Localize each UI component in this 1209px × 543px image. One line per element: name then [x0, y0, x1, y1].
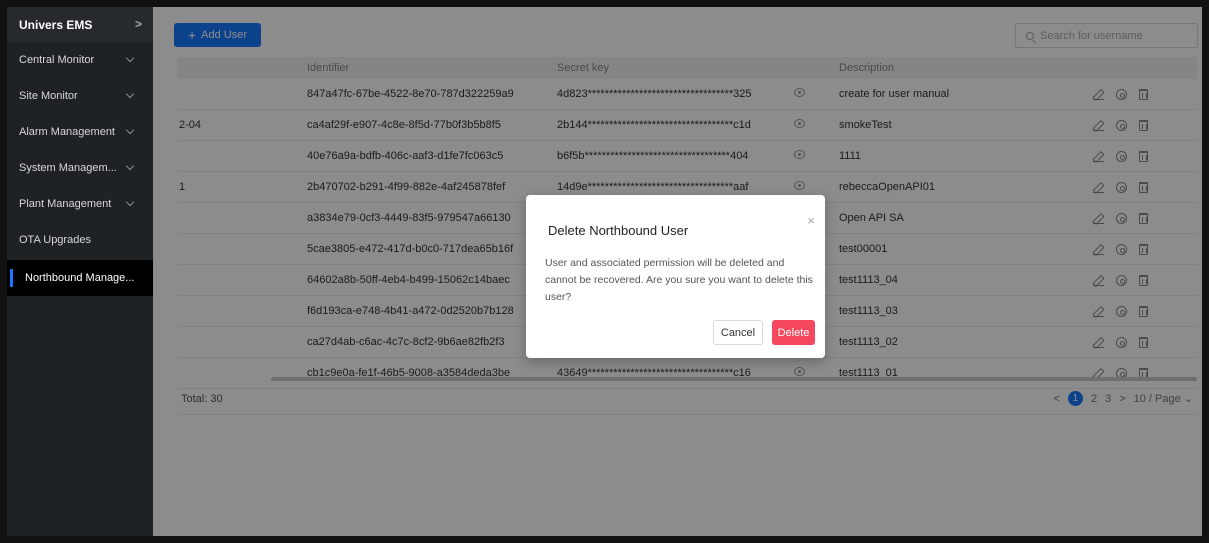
chevron-down-icon [125, 125, 135, 135]
chevron-down-icon [125, 53, 135, 63]
dialog-title: Delete Northbound User [548, 223, 689, 238]
sidebar-item-alarm-management[interactable]: Alarm Management [7, 114, 153, 150]
app-window: Univers EMS > Central Monitor Site Monit… [7, 7, 1202, 536]
sidebar-item-ota-upgrades[interactable]: OTA Upgrades [7, 222, 153, 258]
chevron-down-icon [125, 161, 135, 171]
collapse-chevron-icon[interactable]: > [135, 17, 142, 31]
sidebar-item-northbound-management[interactable]: Northbound Manage... [7, 260, 153, 296]
delete-confirm-dialog: Delete Northbound User × User and associ… [526, 195, 825, 358]
sidebar-item-label: System Managem... [19, 162, 117, 174]
delete-button[interactable]: Delete [772, 320, 815, 345]
sidebar-item-central-monitor[interactable]: Central Monitor [7, 42, 153, 78]
app-title-label: Univers EMS [19, 17, 93, 32]
sidebar-item-label: Plant Management [19, 198, 112, 210]
chevron-down-icon [125, 89, 135, 99]
close-icon[interactable]: × [807, 213, 815, 228]
sidebar: Univers EMS > Central Monitor Site Monit… [7, 7, 153, 536]
sidebar-item-site-monitor[interactable]: Site Monitor [7, 78, 153, 114]
app-title[interactable]: Univers EMS > [7, 7, 153, 42]
sidebar-item-system-management[interactable]: System Managem... [7, 150, 153, 186]
chevron-down-icon [125, 197, 135, 207]
sidebar-item-plant-management[interactable]: Plant Management [7, 186, 153, 222]
sidebar-item-label: Site Monitor [19, 90, 78, 102]
sidebar-item-label: Central Monitor [19, 54, 95, 66]
sidebar-item-label: OTA Upgrades [19, 234, 91, 246]
sidebar-item-label: Northbound Manage... [25, 272, 135, 284]
sidebar-item-label: Alarm Management [19, 126, 115, 138]
cancel-button[interactable]: Cancel [713, 320, 763, 345]
screen-frame: Univers EMS > Central Monitor Site Monit… [0, 0, 1209, 543]
dialog-message: User and associated permission will be d… [545, 257, 813, 303]
